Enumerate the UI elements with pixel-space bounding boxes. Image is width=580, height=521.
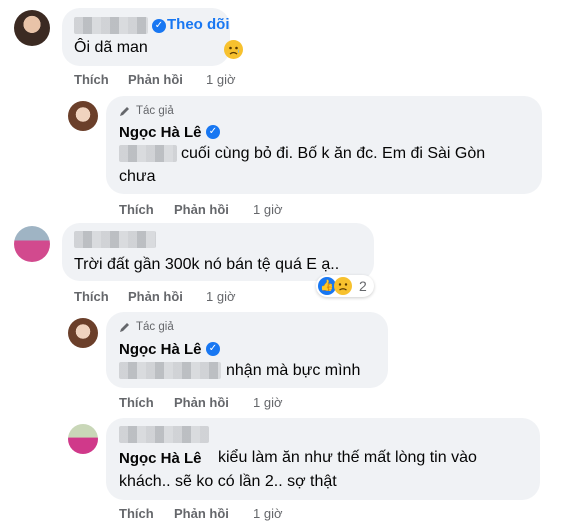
comment-text: Trời đất gần 300k nó bán tệ quá E ạ..: [74, 256, 340, 273]
sad-emoji-icon: [224, 40, 243, 59]
redacted-mention: [119, 362, 221, 379]
mention-link[interactable]: Ngọc Hà Lê: [119, 450, 202, 467]
author-name[interactable]: Ngọc Hà Lê: [119, 341, 202, 358]
reply-link[interactable]: Phản hồi: [174, 395, 229, 410]
verified-badge-icon: ✓: [206, 125, 220, 139]
comment-text-line1: kiểu làm ăn như thế mất lòng tin vào: [218, 449, 477, 466]
comment-text-line2: chưa: [119, 168, 156, 185]
verified-badge-icon: ✓: [206, 342, 220, 356]
author-name[interactable]: Ngọc Hà Lê: [119, 124, 202, 141]
reply-link[interactable]: Phản hồi: [174, 202, 229, 217]
pen-icon: [120, 323, 129, 332]
timestamp[interactable]: 1 giờ: [253, 506, 283, 521]
like-link[interactable]: Thích: [74, 72, 109, 87]
author-badge: Tác giả: [136, 105, 174, 117]
author-badge: Tác giả: [136, 321, 174, 333]
timestamp[interactable]: 1 giờ: [206, 289, 236, 304]
comment-text: nhận mà bực mình: [226, 362, 361, 379]
like-link[interactable]: Thích: [119, 506, 154, 521]
pen-icon: [120, 107, 129, 116]
timestamp[interactable]: 1 giờ: [253, 395, 283, 410]
redacted-name: [74, 17, 148, 34]
avatar[interactable]: [14, 226, 50, 262]
redacted-mention: [119, 145, 177, 162]
sad-emoji-icon: [334, 277, 352, 295]
comment-text: Ôi dã man: [74, 39, 148, 56]
comment-text-line1: cuối cùng bỏ đi. Bố k ăn đc. Em đi Sài G…: [181, 145, 486, 162]
avatar[interactable]: [14, 10, 50, 46]
comment-text-line2: khách.. sẽ ko có lần 2.. sợ thật: [119, 473, 337, 490]
reaction-count: 2: [359, 278, 367, 294]
like-link[interactable]: Thích: [119, 202, 154, 217]
like-link[interactable]: Thích: [119, 395, 154, 410]
follow-link[interactable]: Theo dõi: [167, 16, 230, 33]
avatar[interactable]: [68, 318, 98, 348]
avatar[interactable]: [68, 424, 98, 454]
like-link[interactable]: Thích: [74, 289, 109, 304]
avatar[interactable]: [68, 101, 98, 131]
timestamp[interactable]: 1 giờ: [253, 202, 283, 217]
redacted-name: [119, 426, 209, 443]
redacted-name: [74, 231, 156, 248]
timestamp[interactable]: 1 giờ: [206, 72, 236, 87]
reply-link[interactable]: Phản hồi: [174, 506, 229, 521]
reply-link[interactable]: Phản hồi: [128, 72, 183, 87]
verified-badge-icon: ✓: [152, 19, 166, 33]
reply-link[interactable]: Phản hồi: [128, 289, 183, 304]
